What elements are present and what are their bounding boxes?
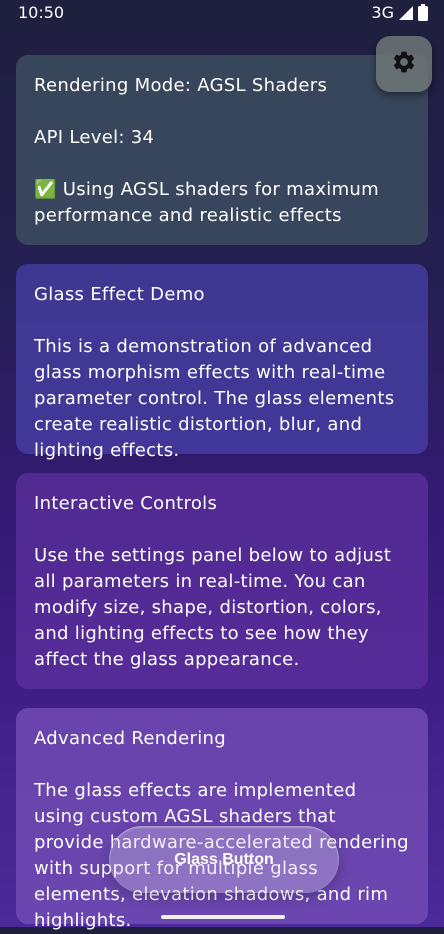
api-level-text: API Level: 34	[34, 127, 155, 148]
signal-icon	[398, 5, 414, 21]
interactive-controls-card: Interactive Controls Use the settings pa…	[16, 473, 428, 689]
gesture-nav-handle[interactable]	[161, 915, 285, 919]
glass-effect-demo-card: Glass Effect Demo This is a demonstratio…	[16, 264, 428, 461]
card-body: Use the settings panel below to adjust a…	[34, 545, 392, 670]
battery-icon	[418, 4, 428, 21]
settings-button[interactable]	[376, 36, 432, 92]
gear-icon	[391, 49, 417, 79]
status-indicators: 3G	[371, 3, 428, 22]
glass-button[interactable]: Glass Button	[109, 826, 339, 893]
card-body: This is a demonstration of advanced glas…	[34, 336, 395, 461]
rendering-mode-text: Rendering Mode: AGSL Shaders	[34, 75, 328, 96]
card-title: Interactive Controls	[34, 493, 218, 514]
glass-button-label: Glass Button	[174, 850, 274, 868]
card-title: Glass Effect Demo	[34, 284, 205, 305]
card-title: Advanced Rendering	[34, 728, 226, 749]
shader-status-text: ✅ Using AGSL shaders for maximum perform…	[34, 179, 379, 226]
network-type: 3G	[371, 3, 394, 22]
status-time: 10:50	[18, 3, 65, 22]
status-bar: 10:50 3G	[0, 0, 444, 28]
rendering-status-card: Rendering Mode: AGSL Shaders API Level: …	[16, 55, 428, 245]
